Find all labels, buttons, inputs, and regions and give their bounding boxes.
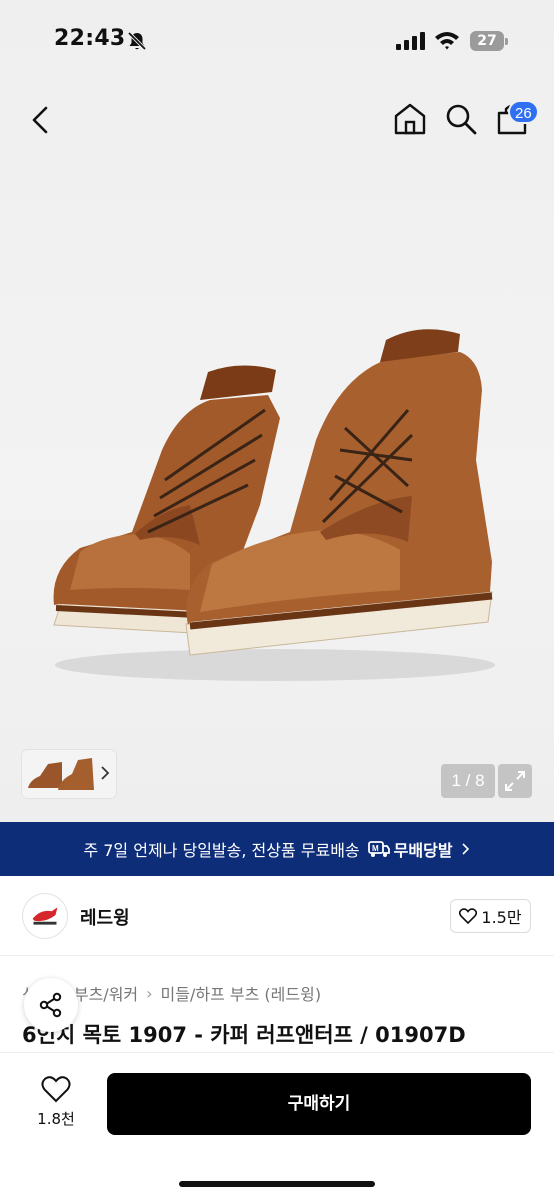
delivery-truck-icon: M: [367, 841, 390, 857]
heart-icon: [459, 908, 478, 924]
chevron-left-icon[interactable]: [24, 102, 58, 138]
shipping-logo: M 무배당발: [367, 837, 453, 861]
wifi-icon: [435, 32, 459, 50]
battery-cap: [505, 38, 508, 45]
brand-name[interactable]: 레드윙: [80, 904, 130, 930]
product-title: 6인치 목토 1907 - 카퍼 러프앤터프 / 01907D: [22, 1023, 466, 1047]
brand-like-button[interactable]: 1.5만: [450, 899, 531, 933]
svg-text:M: M: [372, 844, 379, 853]
home-icon[interactable]: [392, 101, 428, 137]
product-image: [53, 329, 495, 681]
battery-indicator: 27: [470, 31, 508, 51]
chevron-right-icon: [101, 766, 110, 780]
shipping-logo-text: 무배당발: [393, 841, 453, 860]
share-button[interactable]: [24, 978, 78, 1032]
search-icon[interactable]: [444, 102, 478, 136]
status-time: 22:43: [54, 26, 126, 51]
shipping-banner-text: 주 7일 언제나 당일발송, 전상품 무료배송: [83, 841, 360, 860]
brand-logo[interactable]: [22, 893, 68, 939]
expand-button[interactable]: [498, 764, 532, 798]
heart-icon[interactable]: [41, 1075, 71, 1103]
breadcrumb-item[interactable]: 부츠/워커: [74, 981, 138, 1005]
status-bar: 22:43 27: [0, 0, 554, 80]
home-indicator[interactable]: [179, 1181, 375, 1187]
product-detail-screen: 22:43 27 26 1 / 8 주 7일 언제나 당일발송, 전상품 무료배…: [0, 0, 554, 1200]
share-icon: [39, 992, 62, 1018]
brand-logo-mark: [32, 907, 58, 925]
gallery-page-counter: 1 / 8: [441, 764, 495, 798]
battery-level: 27: [470, 31, 504, 51]
expand-icon: [505, 771, 525, 791]
breadcrumb-item[interactable]: 미들/하프 부츠 (레드윙): [161, 981, 322, 1005]
wish-count: 1.8천: [37, 1110, 75, 1128]
buy-button[interactable]: 구매하기: [107, 1073, 531, 1135]
brand-like-count: 1.5만: [481, 908, 522, 927]
bell-off-icon: [127, 31, 147, 51]
breadcrumb-separator: ›: [146, 983, 153, 1003]
divider: [0, 955, 554, 956]
product-image-gallery[interactable]: 22:43 27 26 1 / 8: [0, 0, 554, 822]
signal-icon: [396, 32, 425, 50]
chevron-right-icon: [461, 843, 469, 855]
shipping-banner[interactable]: 주 7일 언제나 당일발송, 전상품 무료배송 M 무배당발: [0, 822, 554, 876]
gallery-thumbnail[interactable]: [22, 750, 116, 798]
cart-count-badge[interactable]: 26: [508, 100, 539, 124]
